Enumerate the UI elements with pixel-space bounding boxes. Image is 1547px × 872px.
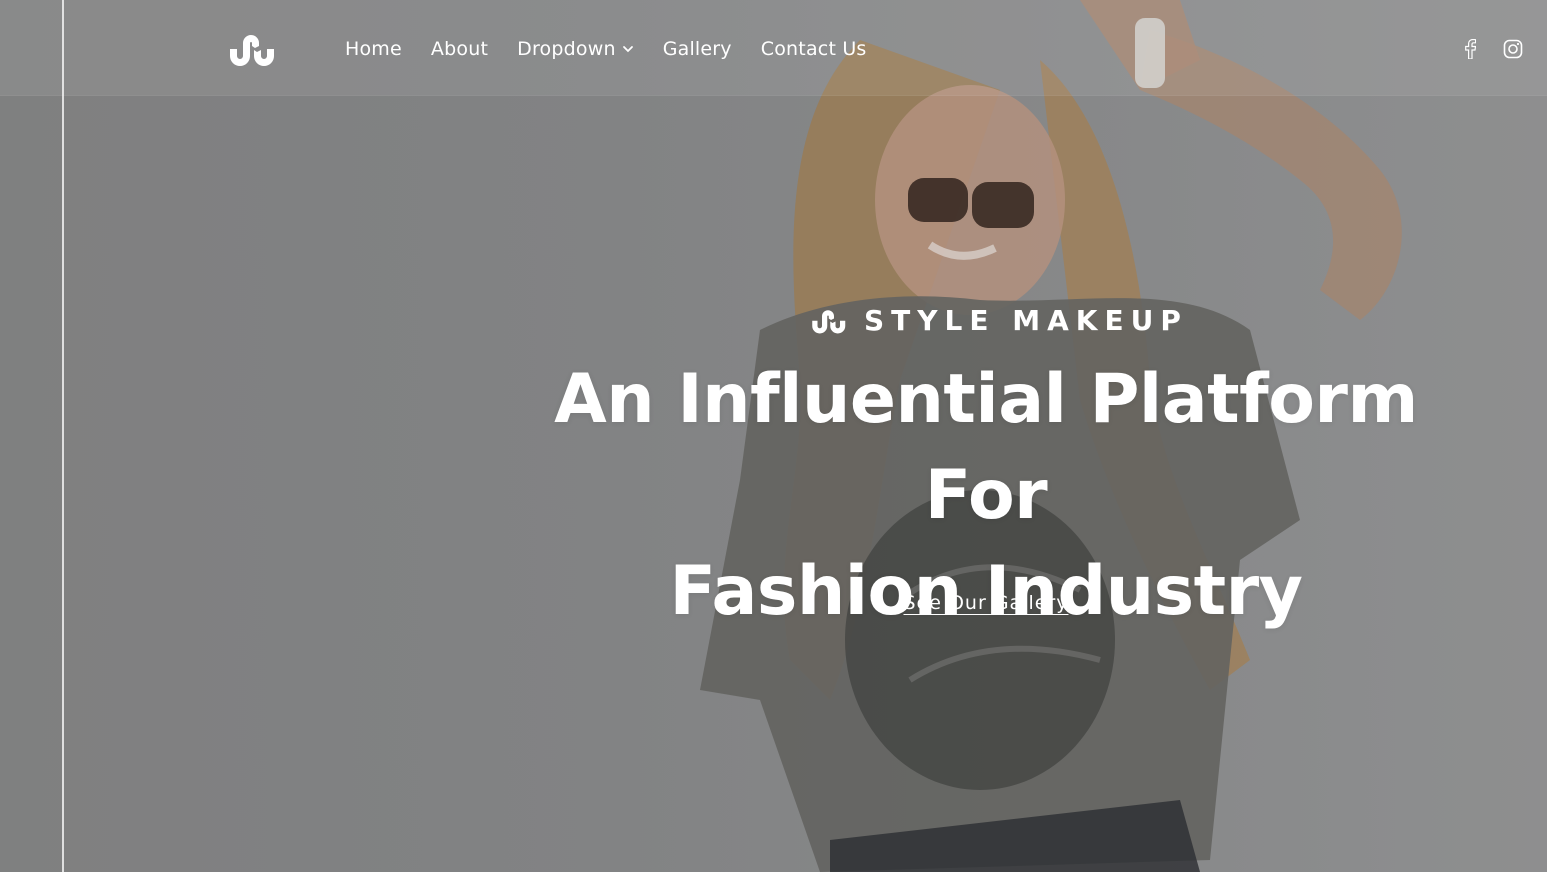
nav-home[interactable]: Home (345, 38, 402, 60)
site-header: Home About Dropdown Gallery Contact Us (0, 0, 1547, 96)
instagram-icon[interactable] (1502, 38, 1524, 60)
chevron-down-icon (622, 46, 633, 53)
nav-gallery[interactable]: Gallery (663, 38, 732, 60)
nav-about[interactable]: About (431, 38, 488, 60)
nav-contact[interactable]: Contact Us (761, 38, 867, 60)
main-nav: Home About Dropdown Gallery Contact Us (345, 34, 867, 64)
see-gallery-link[interactable]: See Our Gallery (886, 592, 1086, 614)
nav-dropdown-label: Dropdown (517, 38, 616, 60)
hero-headline-line1: An Influential Platform For (554, 360, 1418, 535)
stumbleupon-icon (812, 310, 846, 334)
nav-dropdown[interactable]: Dropdown (517, 38, 634, 60)
hero-eyebrow-text: STYLE MAKEUP (864, 303, 1188, 337)
facebook-icon[interactable] (1459, 38, 1481, 60)
stumbleupon-icon[interactable] (228, 28, 274, 68)
hero-eyebrow: STYLE MAKEUP (810, 302, 1188, 338)
side-divider-line (62, 0, 64, 872)
